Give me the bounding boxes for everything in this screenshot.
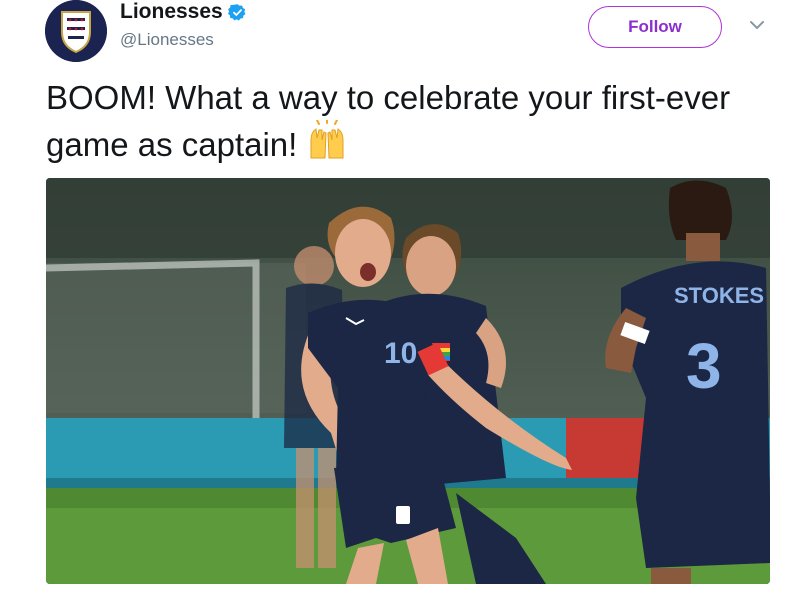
tweet-photo[interactable]: 10 STOKES 3 bbox=[46, 178, 770, 584]
celebration-photo: 10 STOKES 3 bbox=[46, 178, 770, 584]
raised-hands-emoji bbox=[310, 120, 343, 159]
tweet-text: BOOM! What a way to celebrate your first… bbox=[46, 76, 766, 167]
display-name[interactable]: Lionesses bbox=[120, 0, 223, 24]
follow-button[interactable]: Follow bbox=[588, 6, 722, 48]
name-row: Lionesses bbox=[120, 0, 247, 24]
england-crest-icon bbox=[45, 0, 107, 62]
verified-badge-icon bbox=[227, 3, 246, 20]
tweet-header: Lionesses @Lionesses Follow bbox=[0, 0, 800, 70]
avatar[interactable] bbox=[45, 0, 107, 62]
jersey-number-front: 10 bbox=[384, 337, 417, 370]
chevron-down-icon[interactable] bbox=[748, 18, 766, 32]
handle[interactable]: @Lionesses bbox=[120, 30, 214, 50]
jersey-name-back: STOKES bbox=[674, 283, 764, 308]
tweet-body: BOOM! What a way to celebrate your first… bbox=[46, 79, 731, 163]
jersey-number-back: 3 bbox=[686, 330, 722, 402]
